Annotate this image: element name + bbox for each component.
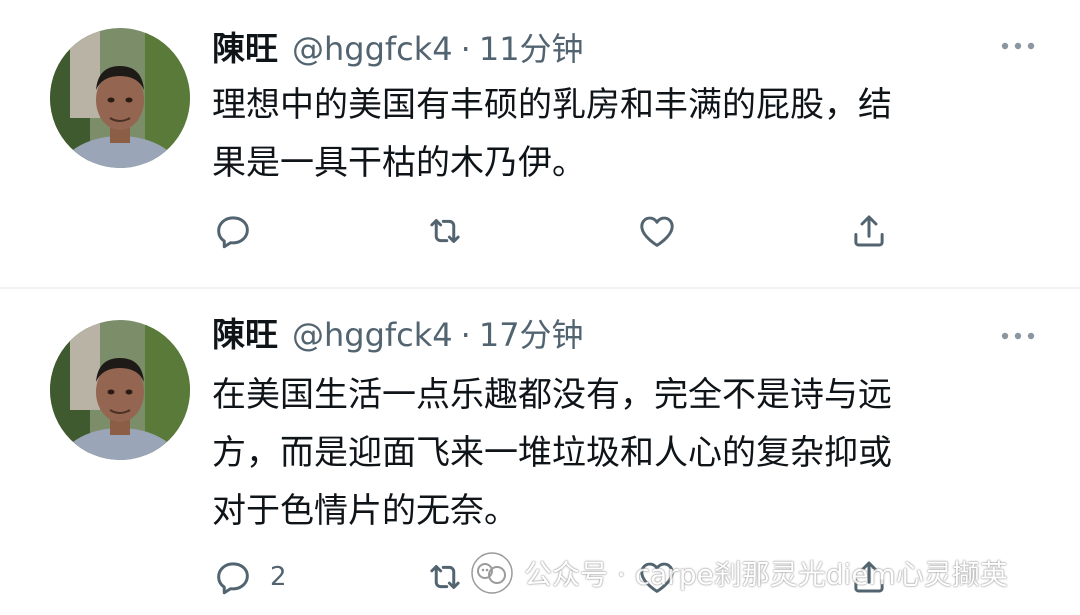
tweet[interactable]: 陳旺 @hggfck4 · 11分钟 理想中的美国有丰硕的乳房和丰满的屁股，结 … — [0, 0, 1080, 288]
retweet-icon — [430, 219, 460, 243]
more-dots-icon[interactable] — [998, 36, 1038, 56]
reply-button[interactable]: 2 — [212, 552, 287, 602]
like-button[interactable] — [636, 206, 678, 256]
action-bar — [0, 206, 1080, 256]
timestamp[interactable]: 17分钟 — [479, 310, 584, 356]
tweet-text-line: 理想中的美国有丰硕的乳房和丰满的屁股，结 — [212, 85, 892, 125]
more-dots-icon[interactable] — [998, 326, 1038, 346]
separator-dot: · — [460, 30, 471, 68]
watermark-text: 公众号 · carpe刹那灵光diem心灵撷英 — [524, 558, 1008, 591]
share-button[interactable] — [848, 206, 890, 256]
heart-icon — [640, 216, 674, 247]
retweet-button[interactable] — [424, 552, 466, 602]
retweet-icon — [430, 565, 460, 589]
tweet-text: 在美国生活一点乐趣都没有，完全不是诗与远 方，而是迎面飞来一堆垃圾和人心的复杂抑… — [212, 366, 1042, 540]
tweet-text-line: 对于色情片的无奈。 — [212, 491, 518, 531]
tweet-header: 陳旺 @hggfck4 · 17分钟 — [212, 308, 584, 354]
user-handle[interactable]: @hggfck4 — [292, 30, 453, 68]
display-name[interactable]: 陳旺 — [212, 308, 278, 356]
separator-dot: · — [460, 316, 471, 354]
timestamp[interactable]: 11分钟 — [479, 24, 584, 70]
reply-button[interactable] — [212, 206, 270, 256]
avatar[interactable] — [50, 28, 190, 168]
avatar[interactable] — [50, 320, 190, 460]
display-name[interactable]: 陳旺 — [212, 22, 278, 70]
share-icon — [854, 215, 884, 247]
tweet-text-line: 果是一具干枯的木乃伊。 — [212, 143, 586, 183]
reply-icon — [217, 562, 249, 595]
retweet-button[interactable] — [424, 206, 466, 256]
tweet-divider — [0, 287, 1080, 289]
tweet-text-line: 在美国生活一点乐趣都没有，完全不是诗与远 — [212, 375, 892, 415]
watermark: 公众号 · carpe刹那灵光diem心灵撷英 — [470, 550, 1008, 596]
tweet-header: 陳旺 @hggfck4 · 11分钟 — [212, 22, 584, 68]
tweet-text: 理想中的美国有丰硕的乳房和丰满的屁股，结 果是一具干枯的木乃伊。 — [212, 76, 1042, 192]
user-handle[interactable]: @hggfck4 — [292, 316, 453, 354]
avatar-image — [50, 320, 190, 460]
tweet-text-line: 方，而是迎面飞来一堆垃圾和人心的复杂抑或 — [212, 433, 892, 473]
wechat-official-account-icon — [471, 552, 513, 594]
reply-icon — [217, 216, 249, 249]
avatar-image — [50, 28, 190, 168]
reply-count: 2 — [270, 562, 287, 592]
